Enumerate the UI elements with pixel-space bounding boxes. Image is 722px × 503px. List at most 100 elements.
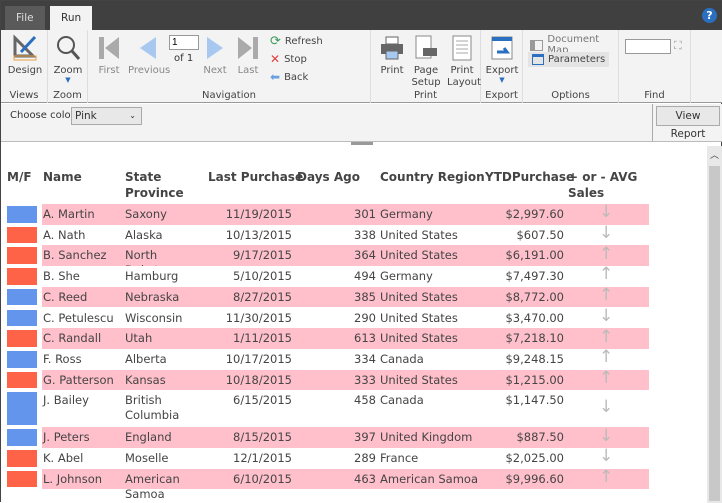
gender-swatch bbox=[7, 206, 37, 223]
cell-name: B. Sanchez bbox=[43, 248, 107, 263]
cell-country: France bbox=[380, 451, 419, 465]
cell-last-purchase: 9/17/2015 bbox=[233, 248, 292, 263]
refresh-button[interactable]: ⟳ Refresh bbox=[270, 34, 323, 49]
cell-ytd: $8,772.00 bbox=[505, 289, 564, 304]
tab-run[interactable]: Run bbox=[50, 6, 93, 30]
zoom-button[interactable]: Zoom ▼ bbox=[52, 34, 84, 84]
gender-swatch bbox=[7, 450, 37, 467]
cell-country: Canada bbox=[380, 393, 424, 408]
cell-country: Germany bbox=[380, 207, 433, 221]
arrow-down-icon: ↓ bbox=[599, 223, 614, 244]
gender-swatch bbox=[7, 350, 37, 368]
cell-state: England bbox=[125, 430, 172, 445]
cell-last-purchase: 11/30/2015 bbox=[225, 310, 292, 325]
cell-last-purchase: 12/1/2015 bbox=[233, 451, 292, 465]
page-setup-button[interactable]: Page Setup bbox=[411, 34, 441, 89]
cell-name: K. Abel bbox=[43, 451, 84, 465]
refresh-icon: ⟳ bbox=[270, 34, 281, 49]
arrow-down-icon: ↓ bbox=[599, 202, 614, 223]
group-zoom: Zoom ▼ Zoom bbox=[48, 30, 88, 103]
cell-ytd: $9,996.60 bbox=[505, 471, 564, 486]
scroll-up-icon[interactable]: ︿ bbox=[707, 148, 722, 161]
print-layout-button[interactable]: Print Layout bbox=[447, 34, 481, 89]
cell-state: Alaska bbox=[125, 227, 163, 242]
find-input[interactable] bbox=[625, 39, 671, 54]
cell-days-ago: 613 bbox=[354, 331, 376, 346]
vertical-scrollbar[interactable]: ︿ bbox=[707, 146, 722, 503]
choose-color-label: Choose color bbox=[10, 110, 75, 121]
first-button[interactable]: First bbox=[96, 34, 122, 76]
cell-state: British Columbia bbox=[125, 393, 180, 423]
cell-name: J. Peters bbox=[43, 430, 90, 445]
cell-name: C. Reed bbox=[43, 289, 88, 304]
arrow-up-icon: ↑ bbox=[599, 285, 614, 306]
cell-ytd: $2,025.00 bbox=[505, 451, 564, 465]
cell-country: United States bbox=[380, 227, 458, 242]
cell-state: Saxony bbox=[125, 207, 167, 221]
group-navigation: First Previous of 1 Next Last ⟳Refresh ✕… bbox=[88, 30, 371, 103]
cell-last-purchase: 10/17/2015 bbox=[225, 351, 292, 366]
cell-days-ago: 463 bbox=[354, 471, 376, 486]
header-days-ago: Days Ago bbox=[297, 170, 360, 184]
gender-swatch bbox=[7, 247, 37, 265]
arrow-up-icon: ↑ bbox=[599, 243, 614, 264]
export-icon bbox=[491, 36, 513, 60]
last-icon bbox=[238, 37, 258, 59]
header-mf: M/F bbox=[7, 170, 32, 184]
table-row: K. Abel Moselle 12/1/2015 289 France $2,… bbox=[1, 448, 651, 469]
cell-ytd: $887.50 bbox=[516, 430, 564, 445]
cell-name: B. She bbox=[43, 269, 80, 284]
gender-swatch bbox=[7, 371, 37, 389]
gender-swatch bbox=[7, 470, 37, 488]
gender-swatch bbox=[7, 309, 37, 327]
cell-days-ago: 334 bbox=[354, 351, 376, 366]
last-button[interactable]: Last bbox=[235, 34, 261, 76]
parameters-button[interactable]: Parameters bbox=[528, 52, 610, 67]
gender-swatch bbox=[7, 288, 37, 306]
stop-icon: ✕ bbox=[270, 52, 281, 66]
view-report-button[interactable]: View Report bbox=[656, 106, 720, 140]
table-row: B. She Hamburg 5/10/2015 494 Germany $7,… bbox=[1, 266, 651, 287]
group-views: Design Views bbox=[1, 30, 48, 103]
print-button[interactable]: Print bbox=[379, 34, 405, 76]
cell-last-purchase: 10/13/2015 bbox=[225, 227, 292, 242]
cell-days-ago: 494 bbox=[354, 269, 376, 284]
print-layout-icon bbox=[452, 35, 472, 61]
back-button[interactable]: ⬅ Back bbox=[270, 70, 308, 84]
cell-ytd: $9,248.15 bbox=[505, 351, 564, 366]
table-row: B. Sanchez North Dakota 9/17/2015 364 Un… bbox=[1, 243, 651, 277]
color-select[interactable]: Pink ⌄ bbox=[71, 107, 142, 125]
arrow-down-icon: ↓ bbox=[599, 425, 614, 446]
cell-name: J. Bailey bbox=[43, 393, 89, 408]
help-icon[interactable]: ? bbox=[702, 8, 717, 23]
next-icon bbox=[207, 37, 223, 59]
export-button[interactable]: Export ▼ bbox=[485, 34, 519, 84]
cell-name: A. Martin bbox=[43, 207, 95, 221]
page-number-input[interactable] bbox=[169, 35, 199, 50]
table-row: J. Peters England 8/15/2015 397 United K… bbox=[1, 427, 651, 448]
scroll-thumb[interactable] bbox=[709, 166, 720, 501]
cell-name: L. Johnson bbox=[43, 471, 103, 486]
tab-file[interactable]: File bbox=[5, 6, 45, 30]
design-button[interactable]: Design bbox=[7, 34, 43, 76]
arrow-up-icon: ↑ bbox=[599, 264, 614, 285]
arrow-down-icon: ↓ bbox=[599, 446, 614, 467]
zoom-icon bbox=[57, 36, 81, 60]
table-row: F. Ross Alberta 10/17/2015 334 Canada $9… bbox=[1, 349, 651, 370]
previous-button[interactable]: Previous bbox=[128, 34, 170, 76]
next-button[interactable]: Next bbox=[202, 34, 228, 76]
stop-button[interactable]: ✕ Stop bbox=[270, 52, 307, 66]
table-row: A. Nath Alaska 10/13/2015 338 United Sta… bbox=[1, 225, 651, 246]
printer-icon bbox=[381, 36, 403, 60]
splitter-handle[interactable] bbox=[351, 142, 373, 145]
cell-name: A. Nath bbox=[43, 227, 86, 242]
cell-last-purchase: 8/27/2015 bbox=[233, 289, 292, 304]
cell-ytd: $1,215.00 bbox=[505, 372, 564, 387]
cell-ytd: $7,218.10 bbox=[505, 331, 564, 346]
cell-name: F. Ross bbox=[43, 351, 82, 366]
binoculars-icon[interactable]: ⛶ bbox=[674, 39, 682, 53]
arrow-down-icon: ↓ bbox=[599, 396, 614, 417]
header-avg: + or - AVG Sales bbox=[568, 170, 638, 200]
document-map-icon bbox=[530, 39, 544, 51]
gender-swatch bbox=[7, 429, 37, 446]
